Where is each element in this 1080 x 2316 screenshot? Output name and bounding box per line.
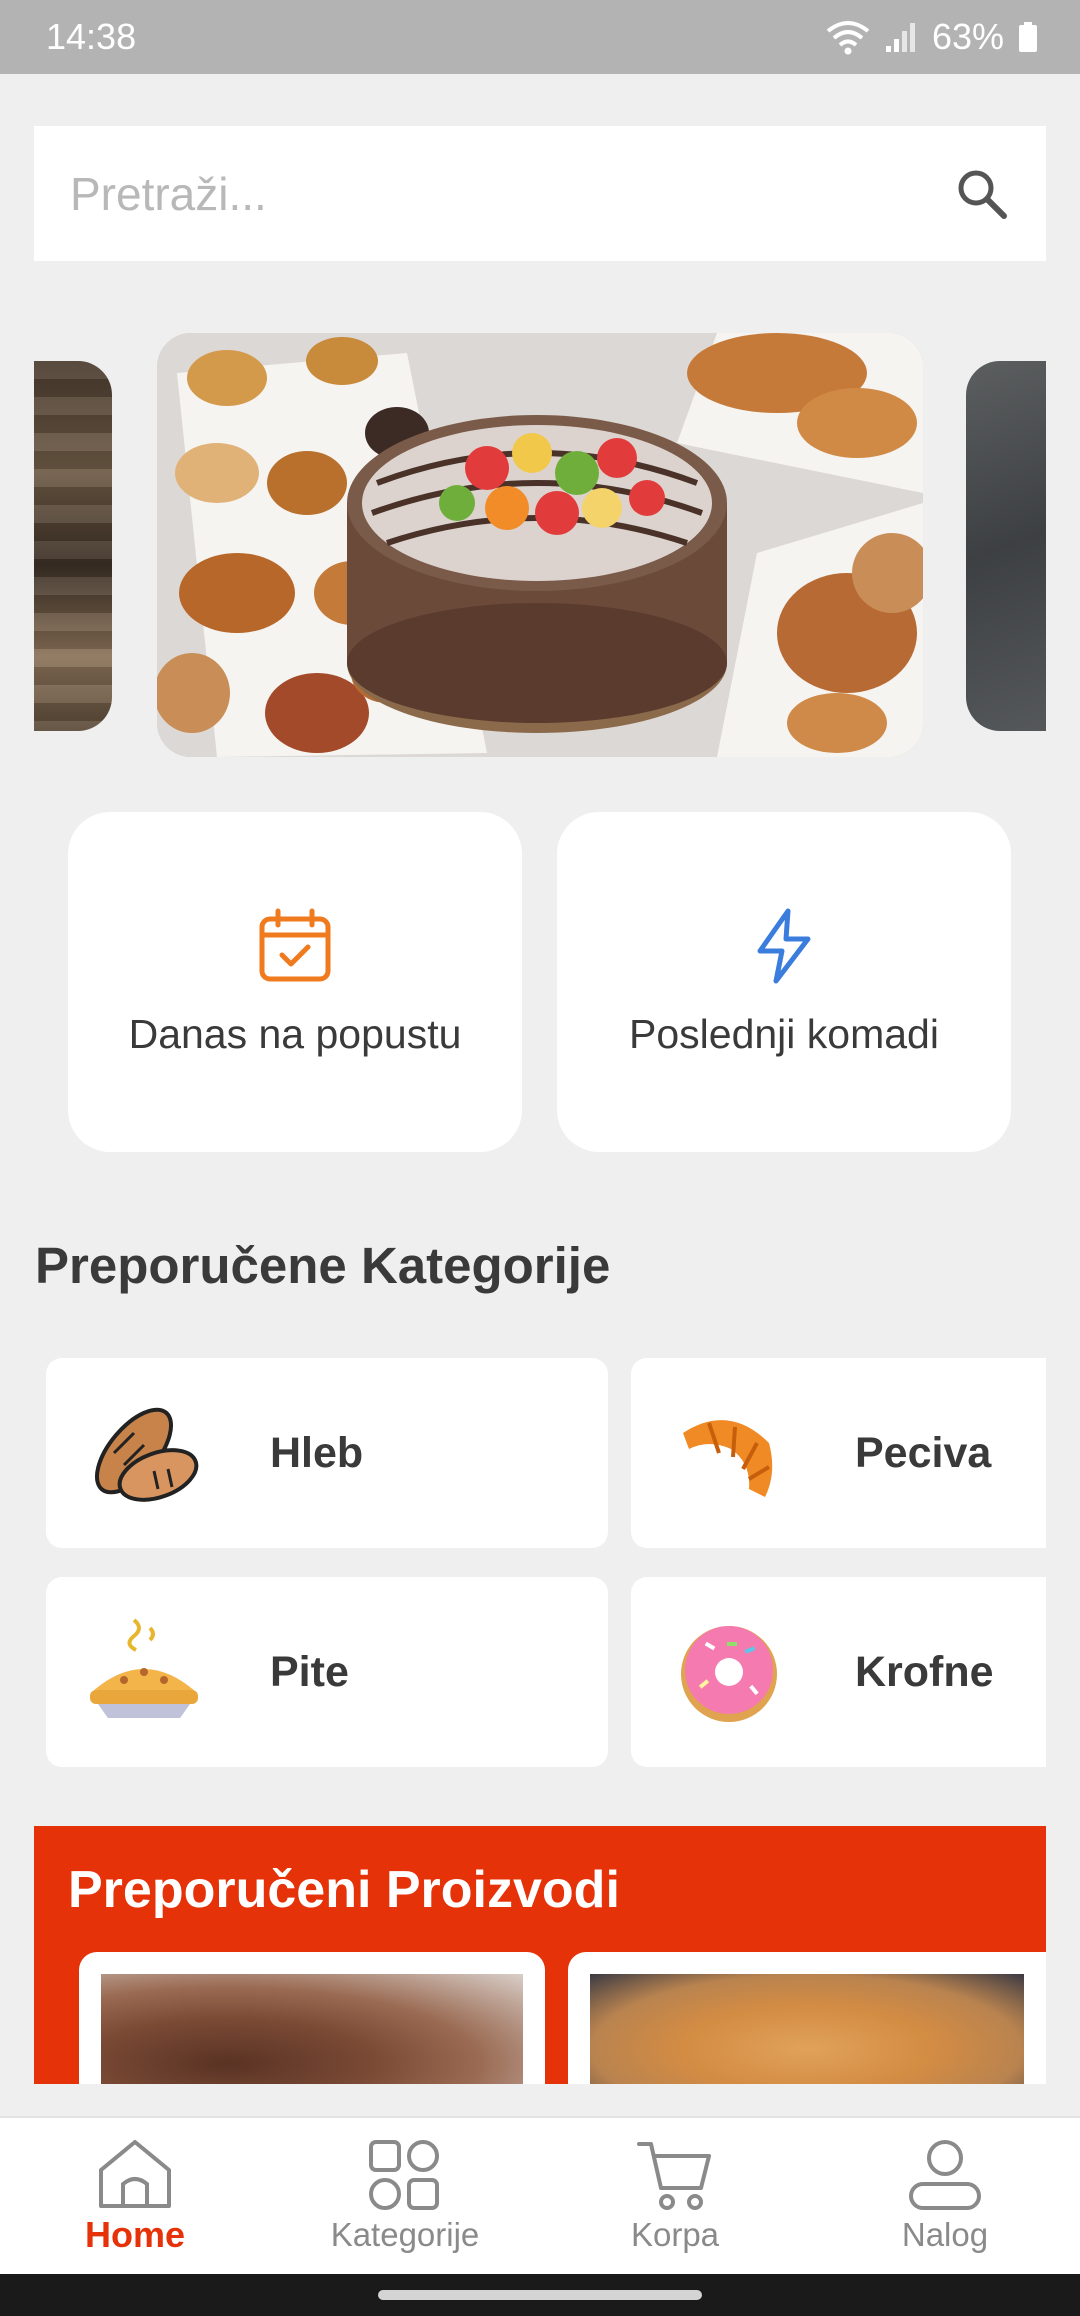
category-card-peciva[interactable]: Peciva — [631, 1358, 1046, 1548]
bottom-navigation: Home Kategorije Korpa Nalog — [0, 2116, 1080, 2274]
category-label: Peciva — [855, 1428, 992, 1477]
status-icons: 63% — [826, 16, 1038, 58]
last-pieces-card[interactable]: Poslednji komadi — [557, 812, 1011, 1152]
category-label: Pite — [270, 1647, 349, 1696]
lightning-icon — [757, 908, 811, 983]
banner-carousel[interactable] — [0, 333, 1080, 757]
discount-today-card[interactable]: Danas na popustu — [68, 812, 522, 1152]
nav-label: Home — [84, 2214, 186, 2255]
status-time: 14:38 — [46, 16, 137, 57]
nav-label: Kategorije — [330, 2216, 480, 2253]
signal-icon — [885, 23, 915, 52]
nav-label: Nalog — [901, 2216, 989, 2253]
search-bar[interactable] — [34, 126, 1046, 261]
category-label: Krofne — [855, 1647, 994, 1696]
cart-icon — [637, 2142, 711, 2210]
nav-home[interactable]: Home — [15, 2136, 255, 2256]
status-bar: 14:38 63% — [0, 0, 1080, 74]
nav-kategorije[interactable]: Kategorije — [285, 2138, 525, 2254]
nav-korpa[interactable]: Korpa — [555, 2138, 795, 2254]
bread-icon — [84, 1393, 204, 1513]
search-input[interactable] — [70, 166, 930, 221]
carousel-slide-active[interactable] — [157, 333, 923, 757]
discount-today-label: Danas na popustu — [128, 1010, 462, 1057]
category-card-krofne[interactable]: Krofne — [631, 1577, 1046, 1767]
pie-icon — [84, 1612, 204, 1732]
product-card[interactable] — [568, 1952, 1046, 2084]
chocolate-cake-image — [101, 1974, 523, 2084]
battery-icon — [1019, 22, 1037, 52]
nav-nalog[interactable]: Nalog — [825, 2138, 1065, 2254]
donut-icon — [669, 1612, 789, 1732]
danish-pastry-image — [590, 1974, 1024, 2084]
cake-and-pastries-image — [157, 333, 923, 757]
carousel-slide-prev[interactable] — [34, 361, 112, 731]
home-indicator[interactable] — [378, 2290, 702, 2300]
last-pieces-label: Poslednji komadi — [629, 1010, 939, 1057]
product-card[interactable] — [79, 1952, 545, 2084]
recommended-products-section: Preporučeni Proizvodi — [34, 1826, 1046, 2084]
user-icon — [909, 2140, 981, 2210]
home-icon — [99, 2140, 171, 2208]
search-icon[interactable] — [954, 166, 1010, 222]
category-card-pite[interactable]: Pite — [46, 1577, 608, 1767]
calendar-check-icon — [259, 908, 331, 981]
recommended-categories-title: Preporučene Kategorije — [35, 1237, 611, 1294]
carousel-slide-next[interactable] — [966, 361, 1046, 731]
system-navigation-bar — [0, 2274, 1080, 2316]
category-label: Hleb — [270, 1428, 364, 1477]
wifi-icon — [826, 21, 870, 55]
category-card-hleb[interactable]: Hleb — [46, 1358, 608, 1548]
croissant-icon — [669, 1393, 789, 1513]
grid-icon — [369, 2140, 439, 2210]
battery-percentage: 63% — [931, 16, 1004, 57]
nav-label: Korpa — [630, 2216, 720, 2253]
recommended-products-title: Preporučeni Proizvodi — [68, 1861, 620, 1919]
